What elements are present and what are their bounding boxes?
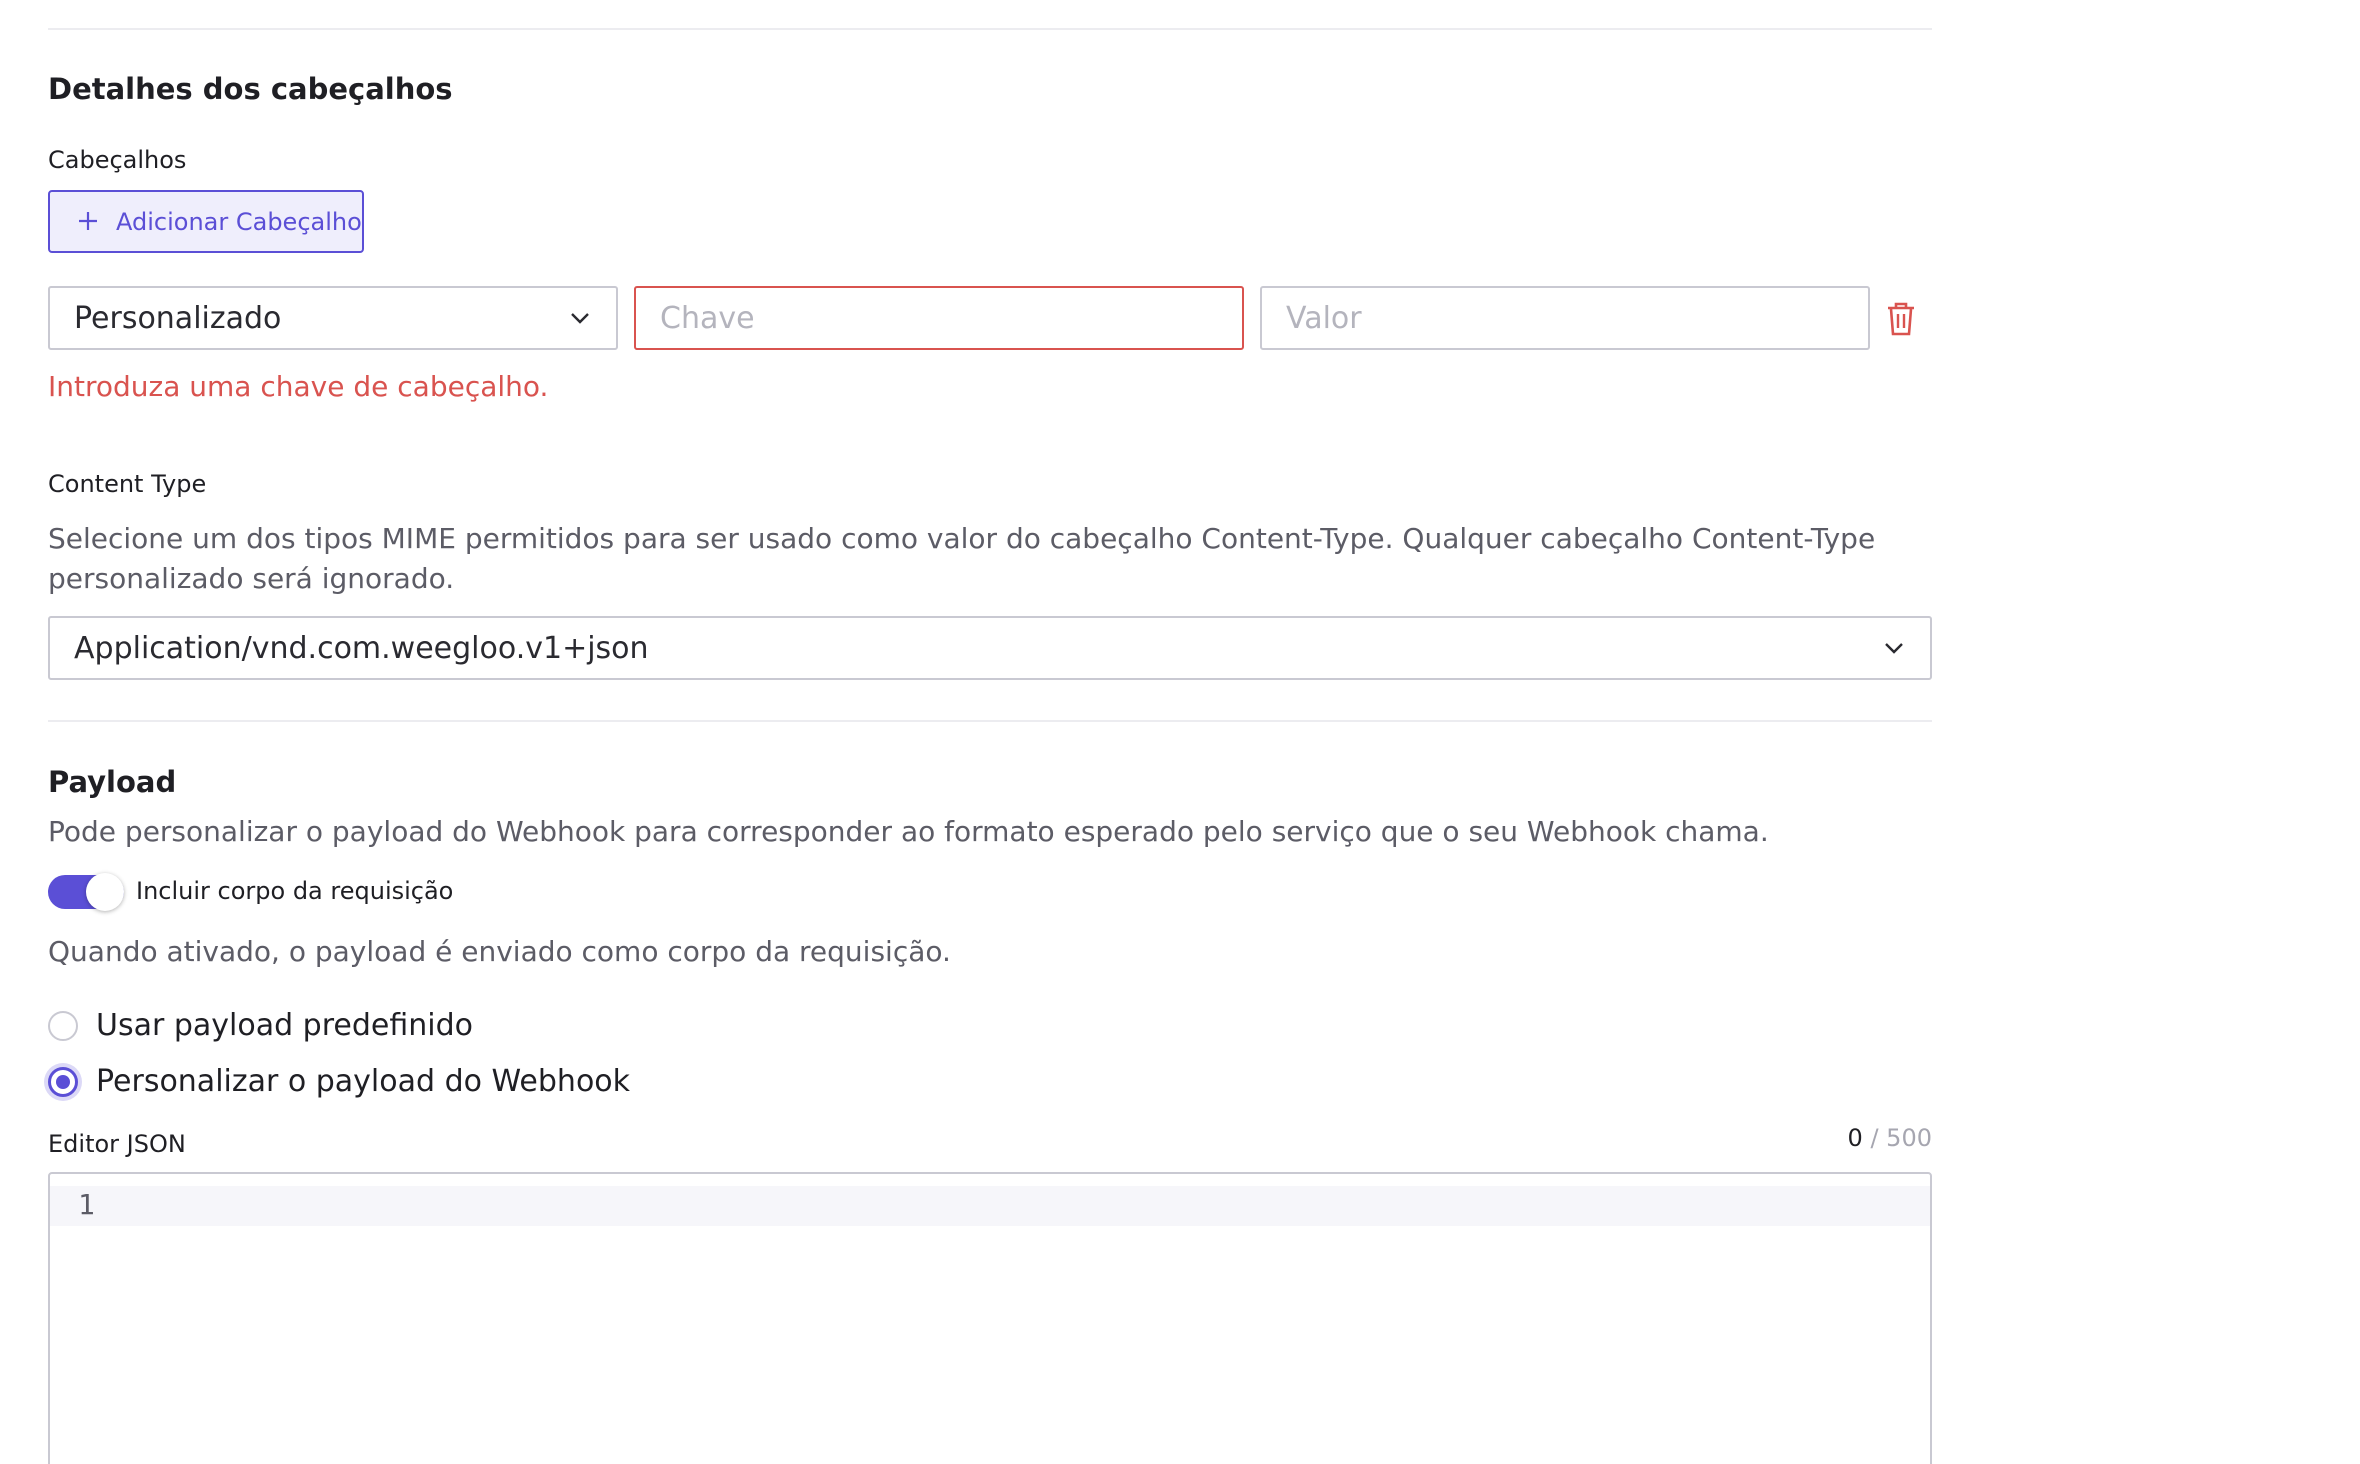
editor-active-line (50, 1186, 1930, 1226)
radio-default-label: Usar payload predefinido (96, 1008, 473, 1043)
radio-custom-payload[interactable]: Personalizar o payload do Webhook (48, 1064, 630, 1099)
radio-default-indicator[interactable] (48, 1010, 78, 1041)
radio-custom-indicator[interactable] (48, 1066, 78, 1097)
content-type-help-line1: Selecione um dos tipos MIME permitidos p… (48, 522, 1876, 555)
top-divider (48, 28, 1932, 30)
headers-label: Cabeçalhos (48, 146, 187, 174)
content-type-value: Application/vnd.com.weegloo.v1+json (74, 630, 649, 666)
include-body-label: Incluir corpo da requisição (136, 877, 454, 905)
header-type-select[interactable]: Personalizado (48, 286, 618, 350)
trash-icon[interactable] (1886, 302, 1916, 336)
header-type-value: Personalizado (74, 300, 282, 336)
editor-line-number: 1 (78, 1188, 95, 1221)
content-type-label: Content Type (48, 470, 207, 498)
include-body-toggle[interactable] (48, 873, 124, 911)
header-value-placeholder: Valor (1286, 300, 1362, 336)
json-editor[interactable]: 1 (48, 1172, 1932, 1464)
radio-default-payload[interactable]: Usar payload predefinido (48, 1008, 473, 1043)
add-header-label: Adicionar Cabeçalho (116, 207, 362, 236)
json-editor-label: Editor JSON (48, 1130, 186, 1158)
header-key-placeholder: Chave (660, 300, 755, 336)
char-counter: 0 / 500 (1848, 1124, 1932, 1152)
payload-section-title: Payload (48, 765, 177, 799)
char-max: / 500 (1870, 1124, 1932, 1152)
headers-section-title: Detalhes dos cabeçalhos (48, 72, 453, 106)
plus-icon (76, 205, 102, 239)
content-type-select[interactable]: Application/vnd.com.weegloo.v1+json (48, 616, 1932, 680)
header-value-input[interactable]: Valor (1260, 286, 1870, 350)
chevron-down-icon (571, 313, 589, 324)
payload-description: Pode personalizar o payload do Webhook p… (48, 815, 1769, 848)
include-body-help: Quando ativado, o payload é enviado como… (48, 935, 951, 968)
char-count: 0 (1847, 1124, 1863, 1152)
webhook-settings-page: Detalhes dos cabeçalhos Cabeçalhos Adici… (0, 0, 2360, 1464)
header-key-error: Introduza uma chave de cabeçalho. (48, 370, 549, 403)
chevron-down-icon (1885, 643, 1903, 654)
section-divider (48, 720, 1932, 722)
header-key-input[interactable]: Chave (634, 286, 1244, 350)
radio-custom-label: Personalizar o payload do Webhook (96, 1064, 631, 1099)
add-header-button[interactable]: Adicionar Cabeçalho (48, 190, 364, 253)
content-type-help-line2: personalizado será ignorado. (48, 562, 455, 595)
toggle-knob (86, 873, 124, 911)
